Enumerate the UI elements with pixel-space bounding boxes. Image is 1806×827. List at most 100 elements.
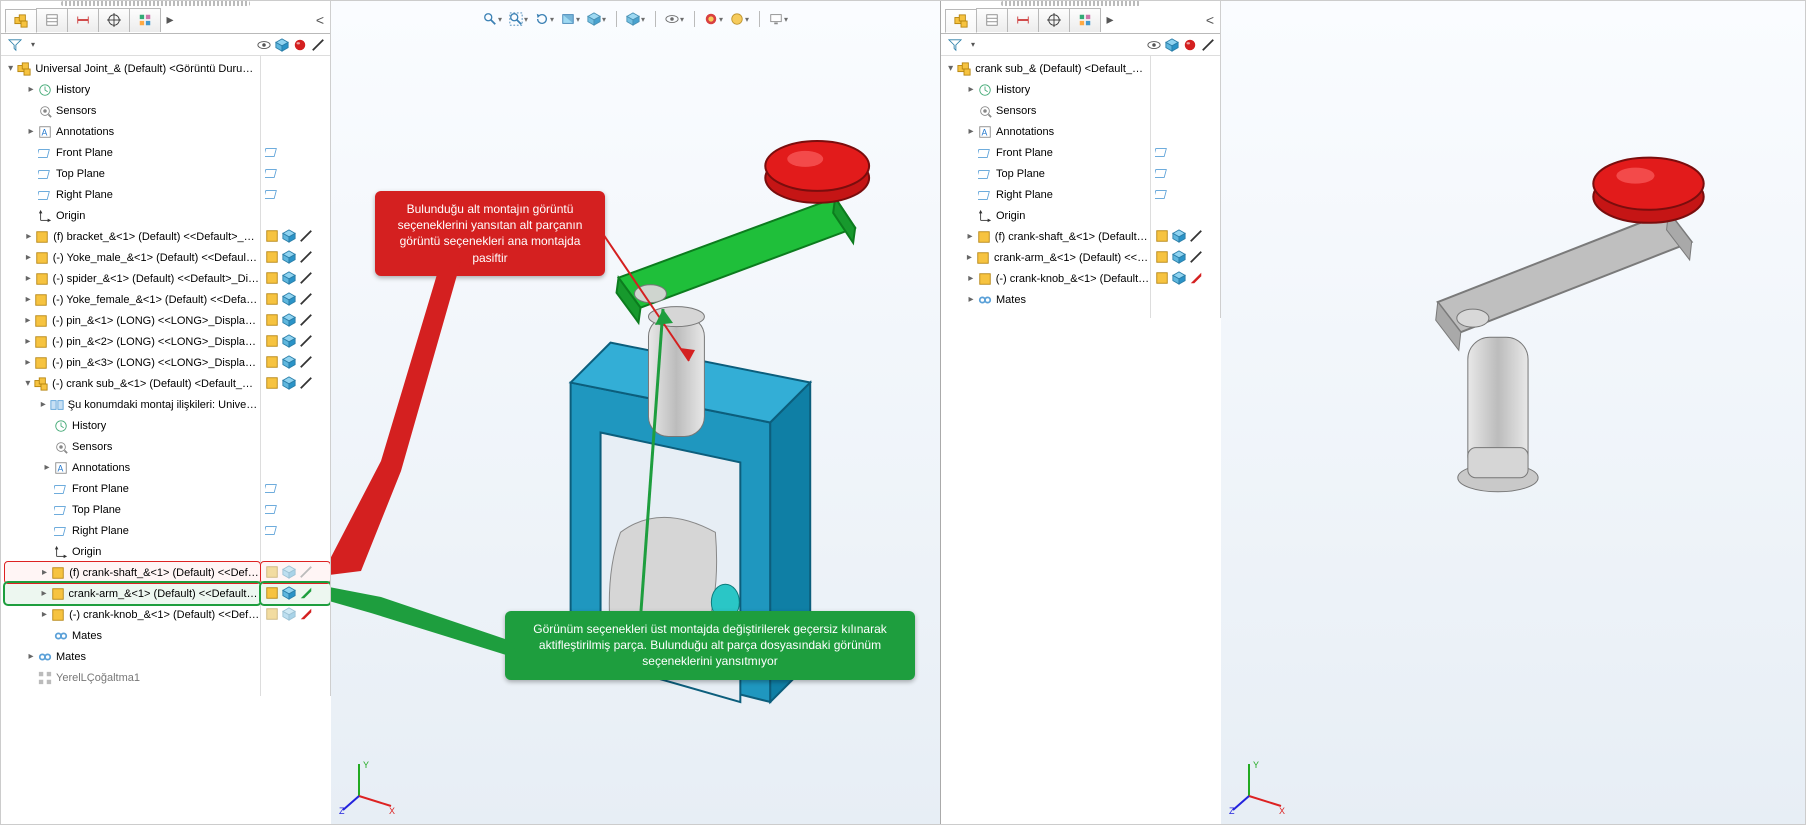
display-option-plane[interactable]	[265, 187, 280, 202]
tree-item[interactable]: ▸ (-) pin_&<1> (LONG) <<LONG>_Display St…	[5, 310, 260, 331]
display-option-slash[interactable]	[299, 292, 314, 307]
appearance-button[interactable]: ▾	[704, 9, 724, 29]
tree-item[interactable]: ▸ Şu konumdaki montaj ilişkileri: Univer…	[5, 394, 260, 415]
tree-item[interactable]: ▸ (-) pin_&<2> (LONG) <<LONG>_Display St…	[5, 331, 260, 352]
display-pane-eye-icon[interactable]	[1146, 37, 1162, 53]
display-option-slash[interactable]	[1189, 229, 1204, 244]
prev-view-button[interactable]: ▾	[535, 9, 555, 29]
display-option-part[interactable]	[265, 229, 280, 244]
feature-tree[interactable]: ▾ crank sub_& (Default) <Default_Displa …	[941, 56, 1150, 318]
expander-icon[interactable]: ▸	[39, 609, 50, 620]
tree-item[interactable]: ▸ (-) spider_&<1> (Default) <<Default>_D…	[5, 268, 260, 289]
expander-icon[interactable]: ▾	[23, 378, 34, 389]
tree-item[interactable]: ▸ History	[5, 79, 260, 100]
tab-display-manager[interactable]	[129, 8, 161, 32]
tabs-overflow[interactable]: ▸	[1100, 11, 1120, 28]
display-option-cube[interactable]	[282, 586, 297, 601]
display-option-slash-red[interactable]	[1189, 271, 1204, 286]
tree-item[interactable]: ▸ (f) crank-shaft_&<1> (Default) <<Defau…	[5, 562, 260, 583]
display-option-plane[interactable]	[265, 145, 280, 160]
display-option-cube[interactable]	[282, 376, 297, 391]
display-option-part-dim[interactable]	[265, 565, 280, 580]
tree-item[interactable]: Front Plane	[5, 478, 260, 499]
tree-item[interactable]: Top Plane	[945, 163, 1150, 184]
tree-item[interactable]: Origin	[945, 205, 1150, 226]
display-option-part[interactable]	[265, 376, 280, 391]
expander-icon[interactable]: ▸	[38, 588, 49, 599]
tree-root[interactable]: ▾ Universal Joint_& (Default) <Görüntü D…	[5, 58, 260, 79]
display-option-slash[interactable]	[299, 250, 314, 265]
tree-item[interactable]: ▸ (-) pin_&<3> (LONG) <<LONG>_Display St…	[5, 352, 260, 373]
tree-item[interactable]: ▸ (f) bracket_&<1> (Default) <<Default>_…	[5, 226, 260, 247]
display-option-slash[interactable]	[299, 334, 314, 349]
expander-icon[interactable]: ▸	[25, 84, 37, 95]
tree-item[interactable]: ▸ Mates	[945, 289, 1150, 310]
expander-icon[interactable]: ▸	[23, 336, 34, 347]
tree-item[interactable]: Origin	[5, 541, 260, 562]
expander-icon[interactable]: ▾	[5, 63, 16, 74]
section-button[interactable]: ▾	[561, 9, 581, 29]
expander-icon[interactable]: ▸	[38, 399, 49, 410]
render-button[interactable]: ▾	[769, 9, 789, 29]
display-option-part[interactable]	[265, 271, 280, 286]
expander-icon[interactable]: ▸	[23, 357, 34, 368]
filter-icon[interactable]	[7, 37, 23, 53]
display-option-part[interactable]	[265, 586, 280, 601]
tree-item[interactable]: Top Plane	[5, 499, 260, 520]
tree-item[interactable]: Sensors	[5, 100, 260, 121]
display-option-plane[interactable]	[1155, 145, 1170, 160]
tree-item[interactable]: Sensors	[945, 100, 1150, 121]
feature-tree[interactable]: ▾ Universal Joint_& (Default) <Görüntü D…	[1, 56, 260, 696]
display-pane-transparency-icon[interactable]	[1200, 37, 1216, 53]
display-option-slash-dim[interactable]	[299, 565, 314, 580]
expander-icon[interactable]: ▾	[945, 63, 956, 74]
display-option-cube[interactable]	[1172, 229, 1187, 244]
tree-item[interactable]: Top Plane	[5, 163, 260, 184]
display-option-slash[interactable]	[299, 355, 314, 370]
tree-item[interactable]: ▸ crank-arm_&<1> (Default) <<Defa	[945, 247, 1150, 268]
tab-property-manager[interactable]	[976, 8, 1008, 32]
eye-button[interactable]: ▾	[665, 9, 685, 29]
expander-icon[interactable]: ▸	[965, 273, 977, 284]
display-option-cube[interactable]	[282, 355, 297, 370]
tree-item[interactable]: ▸ Mates	[5, 646, 260, 667]
display-option-slash[interactable]	[1189, 250, 1204, 265]
tab-dimxpert[interactable]	[98, 8, 130, 32]
display-option-plane[interactable]	[265, 523, 280, 538]
display-option-plane[interactable]	[1155, 166, 1170, 181]
display-option-part-dim[interactable]	[265, 607, 280, 622]
expander-icon[interactable]: ▸	[964, 231, 976, 242]
tree-item[interactable]: Front Plane	[5, 142, 260, 163]
graphics-viewport-left[interactable]: ▾▾▾▾▾▾▾▾▾▾	[331, 1, 940, 824]
display-option-cube[interactable]	[1172, 271, 1187, 286]
expander-icon[interactable]: ▸	[41, 462, 53, 473]
display-style-button[interactable]: ▾	[587, 9, 607, 29]
expander-icon[interactable]: ▸	[23, 315, 34, 326]
expander-icon[interactable]: ▸	[39, 567, 50, 578]
display-option-slash[interactable]	[299, 376, 314, 391]
tree-item[interactable]: ▸ (f) crank-shaft_&<1> (Default) <<	[945, 226, 1150, 247]
tree-item[interactable]: History	[5, 415, 260, 436]
tree-item[interactable]: Origin	[5, 205, 260, 226]
tree-root[interactable]: ▾ crank sub_& (Default) <Default_Displa	[945, 58, 1150, 79]
expander-icon[interactable]: ▸	[25, 126, 37, 137]
tree-item[interactable]: ▸ (-) crank-knob_&<1> (Default) <<Defaul…	[5, 604, 260, 625]
tree-item[interactable]: ▸ (-) Yoke_male_&<1> (Default) <<Default…	[5, 247, 260, 268]
tree-item[interactable]: Right Plane	[5, 184, 260, 205]
expander-icon[interactable]: ▸	[964, 252, 975, 263]
display-pane-transparency-icon[interactable]	[310, 37, 326, 53]
display-option-slash[interactable]	[299, 229, 314, 244]
display-option-part[interactable]	[265, 334, 280, 349]
expander-icon[interactable]: ▸	[23, 231, 34, 242]
display-option-plane[interactable]	[265, 166, 280, 181]
filter-icon[interactable]	[947, 37, 963, 53]
display-option-plane[interactable]	[265, 481, 280, 496]
filter-dropdown[interactable]: ▾	[965, 37, 981, 53]
zoom-fit-button[interactable]: ▾	[509, 9, 529, 29]
display-option-slash[interactable]	[299, 313, 314, 328]
tab-feature-tree[interactable]	[5, 9, 37, 33]
tab-property-manager[interactable]	[36, 8, 68, 32]
tab-configuration-manager[interactable]	[67, 8, 99, 32]
tree-item[interactable]: Front Plane	[945, 142, 1150, 163]
tab-display-manager[interactable]	[1069, 8, 1101, 32]
